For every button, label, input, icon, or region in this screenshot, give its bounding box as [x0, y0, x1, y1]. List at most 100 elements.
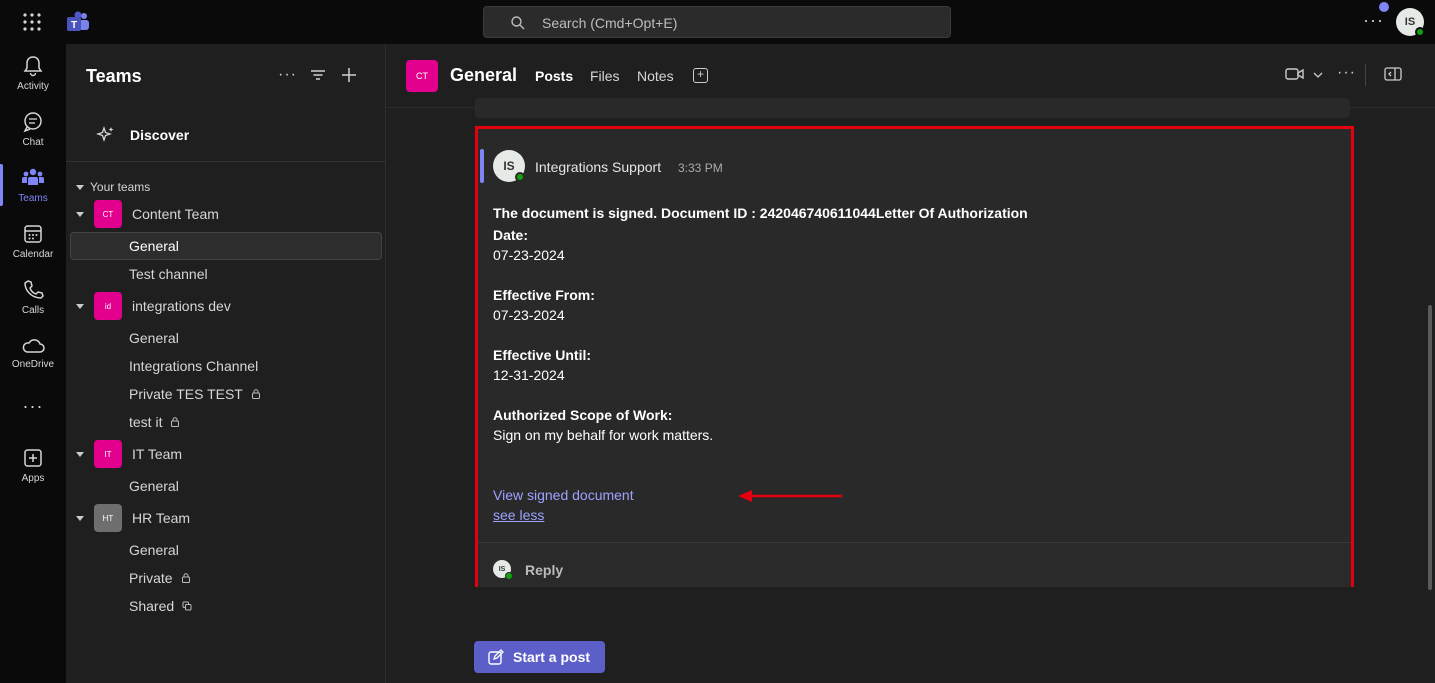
- post-body: The document is signed. Document ID : 24…: [493, 203, 1028, 525]
- effective-until-label: Effective Until:: [493, 347, 592, 363]
- cloud-icon: [22, 339, 45, 353]
- scope-value: Sign on my behalf for work matters.: [493, 427, 714, 443]
- more-apps-icon[interactable]: ···: [0, 396, 66, 452]
- channel-label: Shared: [129, 598, 175, 614]
- add-app-icon: [24, 449, 42, 467]
- channel-title: General: [450, 65, 518, 85]
- team-name: IT Team: [132, 446, 183, 462]
- chevron-down-icon: [76, 211, 84, 217]
- tab-files[interactable]: Files: [590, 68, 620, 84]
- channel-general-integrations-dev[interactable]: General: [129, 330, 179, 346]
- view-signed-document-link[interactable]: View signed document: [493, 487, 634, 503]
- team-name: integrations dev: [132, 298, 231, 314]
- channel-label: General: [129, 330, 179, 346]
- app-launcher-icon[interactable]: [22, 12, 42, 32]
- start-post-label: Start a post: [513, 649, 591, 665]
- channel-label: Test channel: [129, 266, 208, 282]
- channel-private[interactable]: Private: [129, 570, 191, 586]
- tab-notes[interactable]: Notes: [637, 68, 674, 84]
- rail-item-chat[interactable]: Chat: [0, 110, 66, 166]
- divider: [1365, 64, 1366, 86]
- rail-label: Calendar: [12, 249, 54, 260]
- rail-item-activity[interactable]: Activity: [0, 54, 66, 110]
- annotation-arrow: [738, 490, 842, 502]
- chat-icon: [23, 112, 42, 133]
- sidebar-title: Teams: [86, 66, 142, 86]
- team-name: Content Team: [132, 206, 219, 222]
- rail-item-onedrive[interactable]: OneDrive: [0, 334, 66, 390]
- calendar-icon: [24, 225, 42, 243]
- date-value: 07-23-2024: [493, 247, 565, 263]
- teams-icon: [22, 168, 44, 185]
- more-options-icon[interactable]: ···: [1337, 64, 1356, 82]
- scope-label: Authorized Scope of Work:: [493, 407, 673, 423]
- effective-until-value: 12-31-2024: [493, 367, 565, 383]
- phone-icon: [24, 280, 44, 299]
- channel-label: General: [129, 542, 179, 558]
- author-name[interactable]: Integrations Support: [535, 159, 661, 175]
- chevron-down-icon: [76, 185, 84, 191]
- team-content-team[interactable]: CT Content Team: [76, 200, 219, 228]
- team-hr-team[interactable]: HT HR Team: [76, 504, 190, 532]
- see-less-link[interactable]: see less: [493, 507, 544, 523]
- chevron-down-icon: [76, 303, 84, 309]
- chevron-down-icon[interactable]: [1313, 71, 1323, 79]
- team-avatar: CT: [406, 60, 438, 92]
- channel-private-tes-test[interactable]: Private TES TEST: [129, 386, 261, 402]
- channel-general-it-team[interactable]: General: [129, 478, 179, 494]
- start-post-button[interactable]: Start a post: [474, 641, 605, 673]
- add-tab-icon[interactable]: +: [693, 68, 708, 83]
- top-bar: T Search (Cmd+Opt+E) ··· IS: [0, 0, 1435, 44]
- search-input[interactable]: Search (Cmd+Opt+E): [483, 6, 951, 38]
- rail-item-calls[interactable]: Calls: [0, 278, 66, 334]
- rail-item-calendar[interactable]: Calendar: [0, 222, 66, 278]
- team-integrations-dev[interactable]: id integrations dev: [76, 292, 231, 320]
- team-avatar: CT: [94, 200, 122, 228]
- rail-label: Activity: [17, 81, 49, 92]
- add-icon[interactable]: [340, 66, 358, 84]
- team-avatar: HT: [94, 504, 122, 532]
- rail-item-apps[interactable]: Apps: [0, 446, 66, 502]
- unread-accent-bar: [480, 149, 484, 183]
- presence-available-icon: [505, 572, 513, 580]
- posts-feed: IS Integrations Support 3:33 PM The docu…: [387, 98, 1435, 683]
- bell-icon: [23, 56, 43, 77]
- more-options-icon[interactable]: ···: [278, 66, 296, 84]
- filter-icon[interactable]: [309, 66, 327, 84]
- open-panel-icon[interactable]: [1384, 66, 1402, 82]
- channel-test-channel[interactable]: Test channel: [129, 266, 208, 282]
- presence-available-icon: [1415, 27, 1425, 37]
- divider: [66, 161, 386, 162]
- channel-general-content-team[interactable]: General: [70, 232, 382, 260]
- teams-sidebar: Teams ··· Discover Your teams CT Content…: [66, 44, 386, 683]
- reply-button[interactable]: Reply: [525, 562, 563, 578]
- channel-label: Integrations Channel: [129, 358, 259, 374]
- app-rail: Activity Chat Teams Calendar Calls OneDr…: [0, 44, 66, 683]
- discover-button[interactable]: Discover: [96, 125, 189, 145]
- effective-from-label: Effective From:: [493, 287, 595, 303]
- channel-label: test it: [129, 414, 163, 430]
- video-call-icon[interactable]: [1285, 66, 1305, 82]
- team-avatar: id: [94, 292, 122, 320]
- channel-test-it[interactable]: test it: [129, 414, 180, 430]
- effective-from-value: 07-23-2024: [493, 307, 565, 323]
- rail-label: Teams: [18, 193, 48, 204]
- channel-integrations-channel[interactable]: Integrations Channel: [129, 358, 258, 374]
- tab-posts[interactable]: Posts: [535, 68, 573, 84]
- lock-icon: [181, 573, 190, 583]
- reply-bar[interactable]: IS Reply: [478, 542, 1351, 587]
- shared-channel-icon: [182, 601, 192, 611]
- rail-item-teams[interactable]: Teams: [0, 166, 66, 222]
- sparkle-icon: [96, 125, 114, 143]
- feed-scrollbar[interactable]: [1428, 305, 1432, 590]
- more-options-icon[interactable]: ···: [1363, 10, 1384, 31]
- your-teams-header[interactable]: Your teams: [76, 180, 150, 194]
- team-avatar: IT: [94, 440, 122, 468]
- presence-available-icon: [515, 172, 525, 182]
- team-it-team[interactable]: IT IT Team: [76, 440, 182, 468]
- channel-general-hr-team[interactable]: General: [129, 542, 179, 558]
- your-teams-label: Your teams: [90, 180, 151, 194]
- channel-label: General: [129, 238, 179, 254]
- channel-shared[interactable]: Shared: [129, 598, 192, 614]
- rail-label: Calls: [21, 305, 45, 316]
